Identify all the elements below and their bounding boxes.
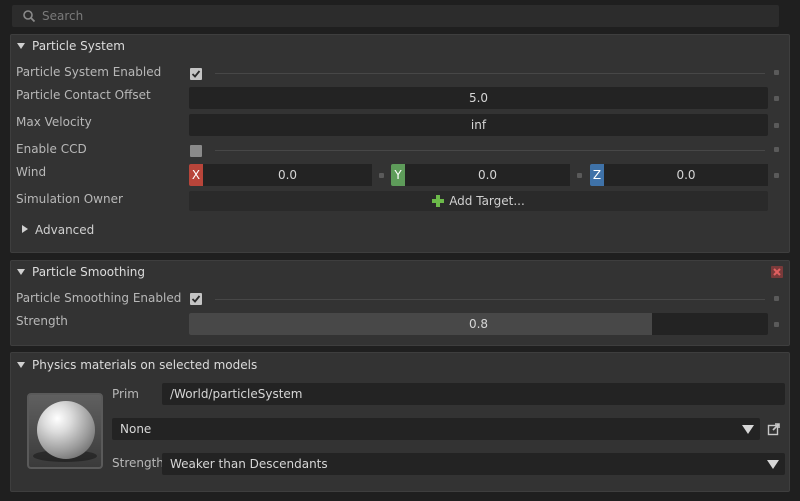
dropdown-arrow-icon xyxy=(742,425,754,434)
default-indicator[interactable] xyxy=(774,123,779,128)
plus-icon xyxy=(432,194,445,207)
default-indicator[interactable] xyxy=(774,173,779,178)
search-bar[interactable] xyxy=(12,5,779,27)
material-select-value: None xyxy=(120,422,152,436)
prim-path-field[interactable]: /World/particleSystem xyxy=(162,383,785,405)
particle-smoothing-enabled-checkbox[interactable] xyxy=(190,293,202,305)
search-input[interactable] xyxy=(42,7,762,25)
divider xyxy=(215,299,765,300)
material-sphere-preview xyxy=(37,401,95,459)
panel-title[interactable]: Particle Smoothing xyxy=(32,265,145,279)
divider xyxy=(215,150,765,151)
dropdown-arrow-icon xyxy=(767,460,779,469)
panel-title[interactable]: Physics materials on selected models xyxy=(32,358,257,372)
binding-strength-select[interactable]: Weaker than Descendants xyxy=(162,453,785,475)
smoothing-strength-slider[interactable]: 0.8 xyxy=(189,313,768,335)
contact-offset-label: Particle Contact Offset xyxy=(16,88,151,102)
collapse-triangle-icon[interactable] xyxy=(17,362,25,368)
default-indicator[interactable] xyxy=(774,147,779,152)
default-indicator[interactable] xyxy=(577,173,582,178)
wind-z-axis-label: Z xyxy=(590,164,604,186)
remove-component-button[interactable] xyxy=(771,266,783,278)
default-indicator[interactable] xyxy=(774,296,779,301)
default-indicator[interactable] xyxy=(774,96,779,101)
enable-ccd-label: Enable CCD xyxy=(16,142,87,156)
physics-materials-panel: Physics materials on selected models Pri… xyxy=(10,352,790,492)
smoothing-strength-label: Strength xyxy=(16,314,68,328)
collapse-triangle-icon[interactable] xyxy=(17,43,25,49)
default-indicator[interactable] xyxy=(774,322,779,327)
prim-label: Prim xyxy=(112,387,139,401)
simulation-owner-label: Simulation Owner xyxy=(16,192,123,206)
material-thumbnail[interactable] xyxy=(27,393,103,469)
collapse-triangle-icon[interactable] xyxy=(17,269,25,275)
particle-smoothing-enabled-label: Particle Smoothing Enabled xyxy=(16,291,182,305)
add-target-label: Add Target... xyxy=(449,194,525,208)
wind-x-field[interactable]: 0.0 xyxy=(203,164,372,186)
close-icon xyxy=(773,268,781,276)
binding-strength-value: Weaker than Descendants xyxy=(170,457,328,471)
wind-z-field[interactable]: 0.0 xyxy=(604,164,768,186)
expand-triangle-icon[interactable] xyxy=(22,225,28,233)
divider xyxy=(215,73,765,74)
max-velocity-label: Max Velocity xyxy=(16,115,92,129)
max-velocity-field[interactable]: inf xyxy=(189,114,768,136)
add-target-button[interactable]: Add Target... xyxy=(189,191,768,211)
slider-value: 0.8 xyxy=(468,317,489,331)
contact-offset-field[interactable]: 5.0 xyxy=(189,87,768,109)
wind-label: Wind xyxy=(16,165,47,179)
particle-system-panel: Particle System Particle System Enabled … xyxy=(10,34,790,253)
wind-x-axis-label: X xyxy=(189,164,203,186)
advanced-section-toggle[interactable]: Advanced xyxy=(35,223,94,237)
checkmark-icon xyxy=(191,295,201,303)
search-icon xyxy=(23,10,36,23)
binding-strength-label: Strength xyxy=(112,456,164,470)
enable-ccd-checkbox[interactable] xyxy=(190,145,202,157)
checkmark-icon xyxy=(191,70,201,78)
panel-title[interactable]: Particle System xyxy=(32,39,125,53)
material-select[interactable]: None xyxy=(112,418,760,440)
particle-smoothing-panel: Particle Smoothing Particle Smoothing En… xyxy=(10,260,790,346)
open-external-icon[interactable] xyxy=(767,422,781,436)
particle-system-enabled-checkbox[interactable] xyxy=(190,68,202,80)
wind-y-axis-label: Y xyxy=(391,164,405,186)
default-indicator[interactable] xyxy=(379,173,384,178)
particle-system-enabled-label: Particle System Enabled xyxy=(16,65,162,79)
wind-y-field[interactable]: 0.0 xyxy=(405,164,570,186)
default-indicator[interactable] xyxy=(774,70,779,75)
